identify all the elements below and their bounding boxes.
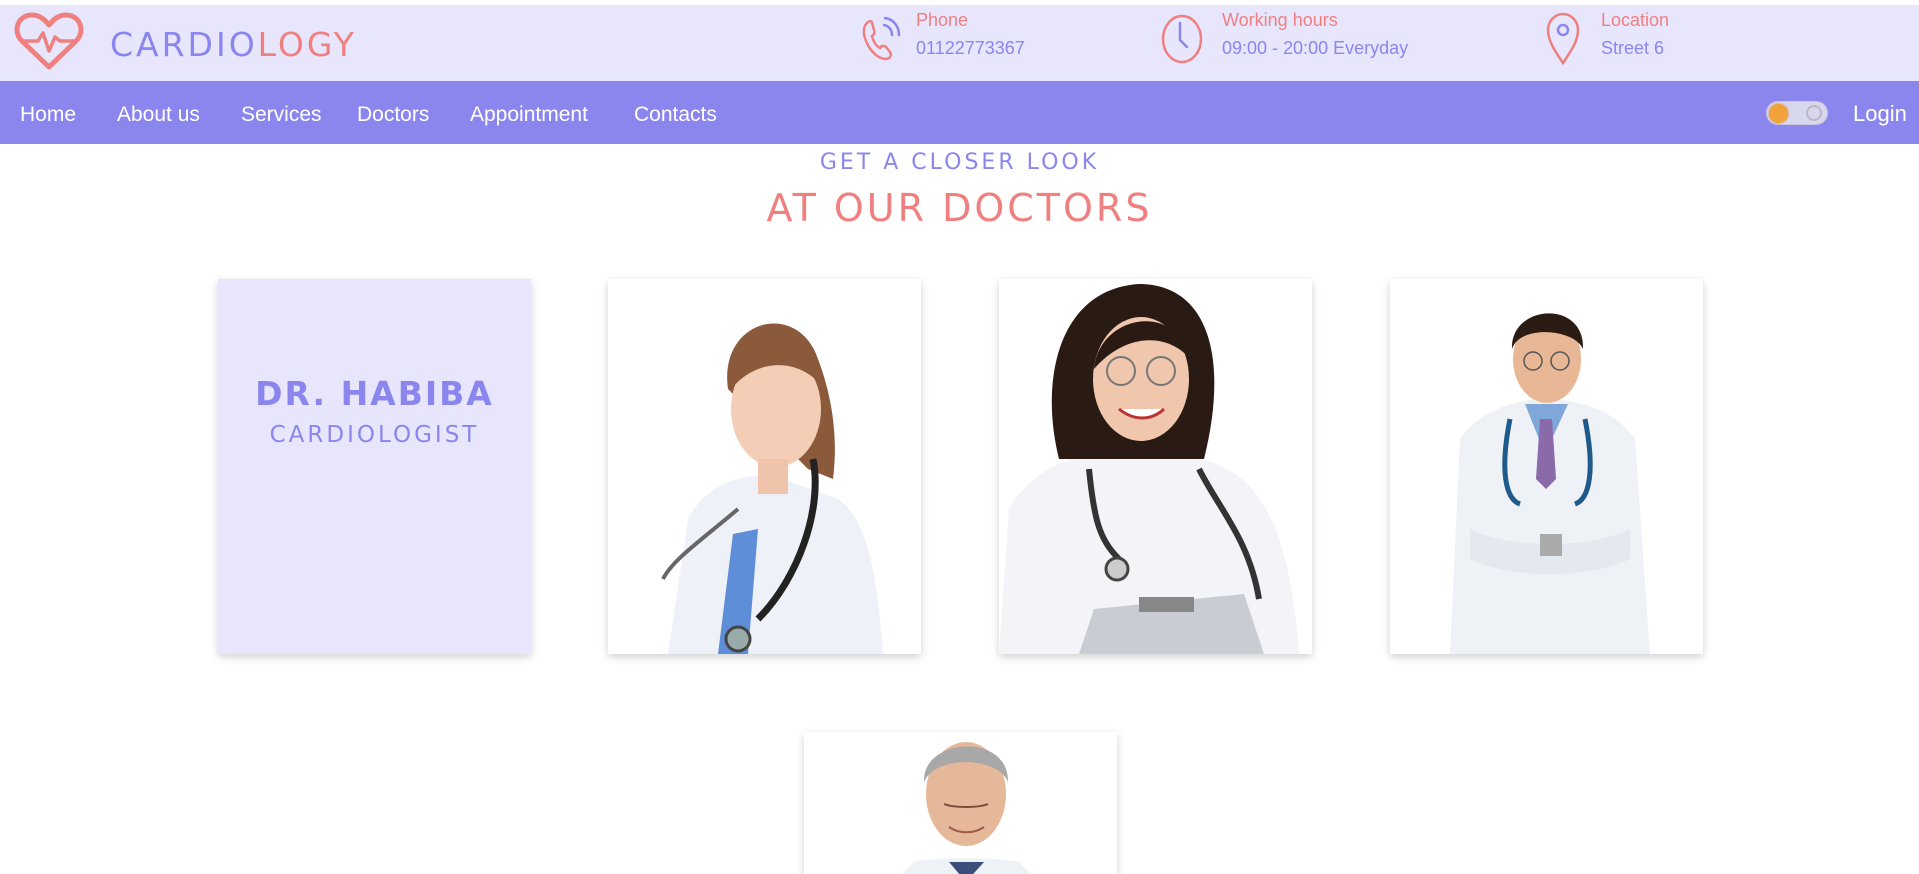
phone-value[interactable]: 01122773367 xyxy=(916,38,1025,59)
location-info: Location Street 6 xyxy=(1545,5,1745,81)
hours-info: Working hours 09:00 - 20:00 Everyday xyxy=(1160,5,1420,81)
doctor-photo-male-1 xyxy=(1390,279,1703,654)
nav-contacts[interactable]: Contacts xyxy=(634,103,717,127)
doctor-photo-male-2 xyxy=(804,732,1117,874)
section-title: AT OUR DOCTORS xyxy=(766,186,1153,230)
doctor-card-3[interactable] xyxy=(999,279,1312,654)
brand-part-1: CARDIO xyxy=(110,25,258,64)
top-info-bar: CARDIOLOGY Phone 01122773367 Working hou… xyxy=(0,5,1919,81)
doctor-name: DR. HABIBA xyxy=(255,374,494,413)
nav-appointment[interactable]: Appointment xyxy=(470,103,588,127)
clock-icon xyxy=(1161,14,1203,64)
nav-home[interactable]: Home xyxy=(20,103,76,127)
location-label: Location xyxy=(1601,10,1670,30)
location-pin-icon xyxy=(1546,12,1580,66)
phone-icon xyxy=(862,16,901,61)
brand-name[interactable]: CARDIOLOGY xyxy=(110,25,357,64)
location-value: Street 6 xyxy=(1601,38,1665,58)
login-link[interactable]: Login xyxy=(1853,101,1907,127)
nav-doctors[interactable]: Doctors xyxy=(357,103,429,127)
main-navbar: Home About us Services Doctors Appointme… xyxy=(0,81,1919,144)
hours-value: 09:00 - 20:00 Everyday xyxy=(1222,38,1409,58)
doctor-role: CARDIOLOGIST xyxy=(269,422,480,448)
moon-icon xyxy=(1806,105,1822,121)
sun-icon xyxy=(1769,104,1788,123)
doctor-photo-female-1 xyxy=(608,279,921,654)
heart-logo-icon[interactable] xyxy=(14,11,84,73)
doctor-card-5[interactable] xyxy=(804,732,1117,874)
phone-label: Phone xyxy=(916,10,969,30)
doctor-card-4[interactable] xyxy=(1390,279,1703,654)
phone-info: Phone 01122773367 xyxy=(860,5,1060,81)
nav-services[interactable]: Services xyxy=(241,103,322,127)
hours-label: Working hours xyxy=(1222,10,1338,30)
brand-part-2: LOGY xyxy=(257,25,357,64)
theme-toggle[interactable] xyxy=(1766,101,1828,125)
section-subtitle: GET A CLOSER LOOK xyxy=(819,150,1100,175)
doctor-card-featured[interactable]: DR. HABIBA CARDIOLOGIST xyxy=(218,279,531,654)
doctor-photo-female-2 xyxy=(999,279,1312,654)
nav-about-us[interactable]: About us xyxy=(117,103,200,127)
doctor-card-2[interactable] xyxy=(608,279,921,654)
